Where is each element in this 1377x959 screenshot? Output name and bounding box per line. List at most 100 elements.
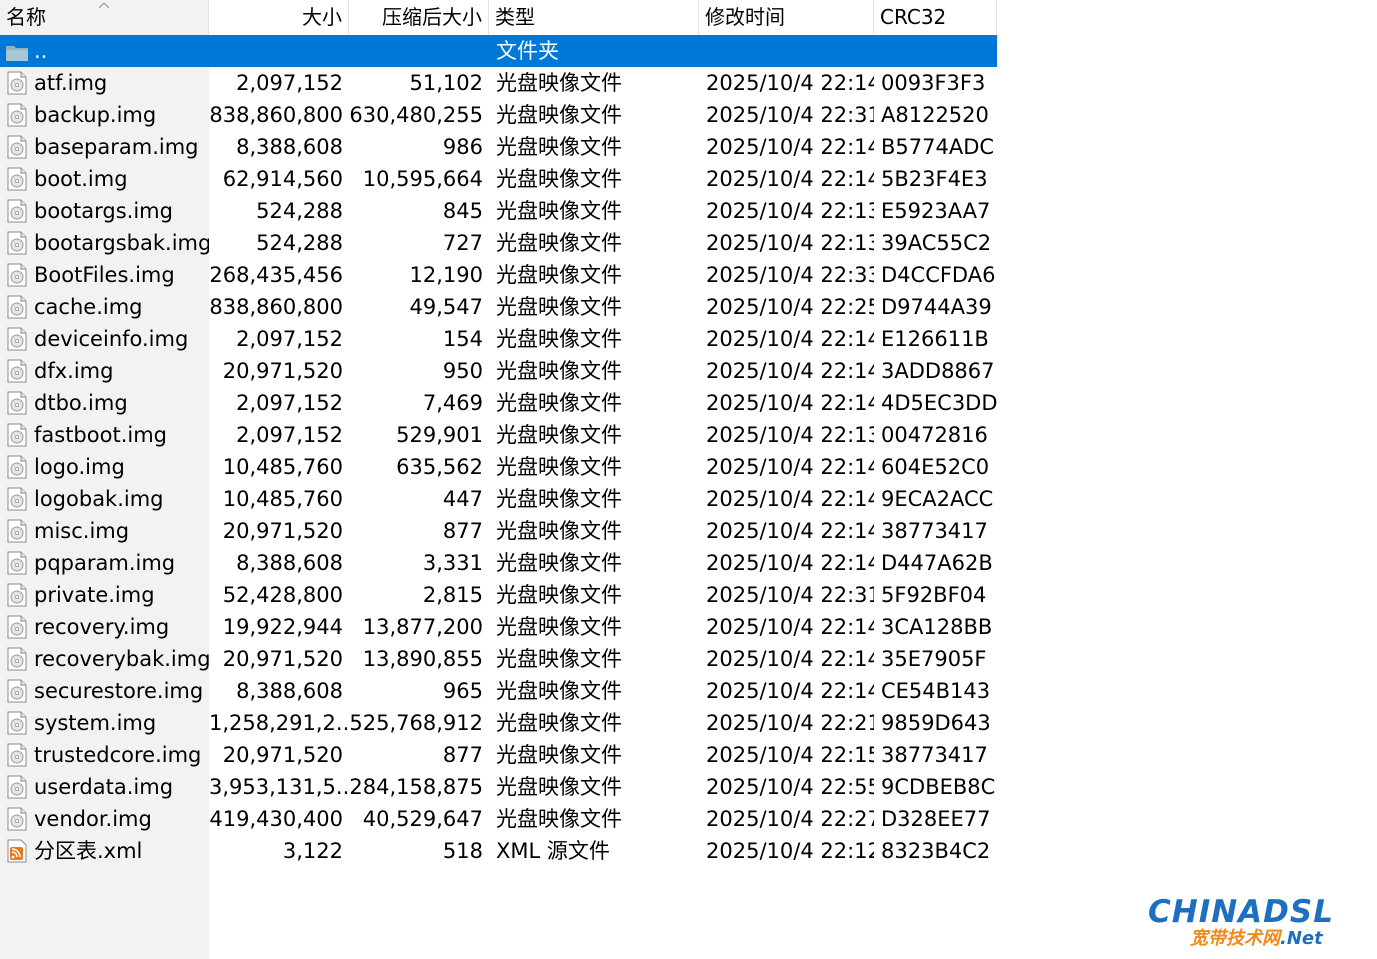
file-row[interactable]: pqparam.img 8,388,608 3,331 光盘映像文件 2025/10/4… <box>0 547 997 579</box>
file-row[interactable]: logobak.img 10,485,760 447 光盘映像文件 2025/10/4 … <box>0 483 997 515</box>
disc-image-file-icon <box>7 647 27 671</box>
file-crc32: 38773417 <box>881 743 988 767</box>
file-name: private.img <box>34 583 155 607</box>
parent-folder-row[interactable]: .. 文件夹 <box>0 35 997 67</box>
file-name-cell: misc.img <box>0 515 209 547</box>
column-header-bar: 名称 大小 压缩后大小 类型 修改时间 CRC32 <box>0 0 997 35</box>
file-row[interactable]: logo.img 10,485,760 635,562 光盘映像文件 2025/10/4… <box>0 451 997 483</box>
file-row[interactable]: securestore.img 8,388,608 965 光盘映像文件 2025/10… <box>0 675 997 707</box>
column-header-modified-label: 修改时间 <box>705 5 785 29</box>
file-row[interactable]: bootargsbak.img 524,288 727 光盘映像文件 2025/10/4… <box>0 227 997 259</box>
file-packed-size: 447 <box>442 487 483 511</box>
file-type: 光盘映像文件 <box>496 583 622 607</box>
file-row[interactable]: recoverybak.img 20,971,520 13,890,855 光盘映像文… <box>0 643 997 675</box>
file-row[interactable]: dtbo.img 2,097,152 7,469 光盘映像文件 2025/10/4 22… <box>0 387 997 419</box>
disc-image-file-icon <box>7 391 27 415</box>
file-row[interactable]: system.img 1,258,291,2... 525,768,912 光盘映像文… <box>0 707 997 739</box>
file-name-cell: logobak.img <box>0 483 209 515</box>
parent-folder-crc-cell <box>874 35 997 67</box>
file-row[interactable]: userdata.img 3,953,131,5... 284,158,875 光盘映… <box>0 771 997 803</box>
file-row[interactable]: baseparam.img 8,388,608 986 光盘映像文件 2025/10/4… <box>0 131 997 163</box>
file-name-cell: fastboot.img <box>0 419 209 451</box>
file-name-cell: boot.img <box>0 163 209 195</box>
file-row[interactable]: 分区表.xml 3,122 518 XML 源文件 2025/10/4 22:12 832… <box>0 835 997 867</box>
file-size: 524,288 <box>256 199 343 223</box>
file-size: 3,953,131,5... <box>209 775 349 799</box>
file-name-cell: vendor.img <box>0 803 209 835</box>
file-type: 光盘映像文件 <box>496 135 622 159</box>
file-crc32: CE54B143 <box>881 679 991 703</box>
file-packed-size: 525,768,912 <box>349 711 483 735</box>
file-row[interactable]: backup.img 838,860,800 630,480,255 光盘映像文件 20… <box>0 99 997 131</box>
column-header-modified[interactable]: 修改时间 <box>699 0 874 35</box>
file-row[interactable]: dfx.img 20,971,520 950 光盘映像文件 2025/10/4 22:1… <box>0 355 997 387</box>
file-size: 838,860,800 <box>209 295 343 319</box>
file-name: fastboot.img <box>34 423 167 447</box>
file-row[interactable]: recovery.img 19,922,944 13,877,200 光盘映像文件 20… <box>0 611 997 643</box>
file-modified: 2025/10/4 22:14 <box>706 327 874 351</box>
disc-image-file-icon <box>7 615 27 639</box>
file-name: bootargs.img <box>34 199 173 223</box>
file-row[interactable]: fastboot.img 2,097,152 529,901 光盘映像文件 2025/1… <box>0 419 997 451</box>
file-name: boot.img <box>34 167 128 191</box>
watermark-subtitle-net: .Net <box>1280 928 1323 949</box>
file-name-cell: deviceinfo.img <box>0 323 209 355</box>
file-row[interactable]: trustedcore.img 20,971,520 877 光盘映像文件 2025/1… <box>0 739 997 771</box>
disc-image-file-icon <box>7 487 27 511</box>
file-modified: 2025/10/4 22:14 <box>706 487 874 511</box>
file-row[interactable]: atf.img 2,097,152 51,102 光盘映像文件 2025/10/4 22… <box>0 67 997 99</box>
parent-folder-size-cell <box>209 35 349 67</box>
column-header-name[interactable]: 名称 <box>0 0 209 35</box>
file-modified: 2025/10/4 22:14 <box>706 71 874 95</box>
file-name: logobak.img <box>34 487 164 511</box>
column-header-type[interactable]: 类型 <box>489 0 699 35</box>
file-name-cell: system.img <box>0 707 209 739</box>
file-size: 20,971,520 <box>222 647 343 671</box>
column-header-crc32[interactable]: CRC32 <box>874 0 997 35</box>
file-row[interactable]: cache.img 838,860,800 49,547 光盘映像文件 2025/10/… <box>0 291 997 323</box>
file-row[interactable]: deviceinfo.img 2,097,152 154 光盘映像文件 2025/10/… <box>0 323 997 355</box>
file-row[interactable]: BootFiles.img 268,435,456 12,190 光盘映像文件 2025… <box>0 259 997 291</box>
disc-image-file-icon <box>7 135 27 159</box>
file-name-cell: cache.img <box>0 291 209 323</box>
column-header-size[interactable]: 大小 <box>209 0 349 35</box>
file-row[interactable]: private.img 52,428,800 2,815 光盘映像文件 2025/10/… <box>0 579 997 611</box>
file-row[interactable]: boot.img 62,914,560 10,595,664 光盘映像文件 2025/1… <box>0 163 997 195</box>
disc-image-file-icon <box>7 71 27 95</box>
file-packed-size: 950 <box>442 359 483 383</box>
file-row[interactable]: misc.img 20,971,520 877 光盘映像文件 2025/10/4 22:… <box>0 515 997 547</box>
parent-folder-type: 文件夹 <box>496 39 559 63</box>
file-row[interactable]: vendor.img 419,430,400 40,529,647 光盘映像文件 202… <box>0 803 997 835</box>
file-packed-size: 877 <box>442 519 483 543</box>
file-size: 2,097,152 <box>236 423 343 447</box>
file-crc32: 8323B4C2 <box>881 839 991 863</box>
file-name: BootFiles.img <box>34 263 175 287</box>
column-header-size-label: 大小 <box>302 5 342 29</box>
file-modified: 2025/10/4 22:14 <box>706 615 874 639</box>
column-header-packed-size[interactable]: 压缩后大小 <box>349 0 489 35</box>
file-name-cell: recoverybak.img <box>0 643 209 675</box>
disc-image-file-icon <box>7 775 27 799</box>
file-name: dfx.img <box>34 359 114 383</box>
file-type: 光盘映像文件 <box>496 615 622 639</box>
file-modified: 2025/10/4 22:14 <box>706 551 874 575</box>
file-packed-size: 12,190 <box>409 263 483 287</box>
file-size: 1,258,291,2... <box>209 711 349 735</box>
file-crc32: 9ECA2ACC <box>881 487 994 511</box>
file-row[interactable]: bootargs.img 524,288 845 光盘映像文件 2025/10/4 22… <box>0 195 997 227</box>
file-type: 光盘映像文件 <box>496 199 622 223</box>
file-name-cell: private.img <box>0 579 209 611</box>
file-packed-size: 13,877,200 <box>362 615 483 639</box>
file-name-cell: trustedcore.img <box>0 739 209 771</box>
file-name: baseparam.img <box>34 135 199 159</box>
file-crc32: 4D5EC3DD <box>881 391 997 415</box>
file-type: 光盘映像文件 <box>496 807 622 831</box>
disc-image-file-icon <box>7 263 27 287</box>
file-size: 419,430,400 <box>209 807 343 831</box>
disc-image-file-icon <box>7 359 27 383</box>
file-type: 光盘映像文件 <box>496 647 622 671</box>
file-modified: 2025/10/4 22:55 <box>706 775 874 799</box>
file-type: 光盘映像文件 <box>496 423 622 447</box>
file-modified: 2025/10/4 22:14 <box>706 455 874 479</box>
file-name-cell: bootargs.img <box>0 195 209 227</box>
